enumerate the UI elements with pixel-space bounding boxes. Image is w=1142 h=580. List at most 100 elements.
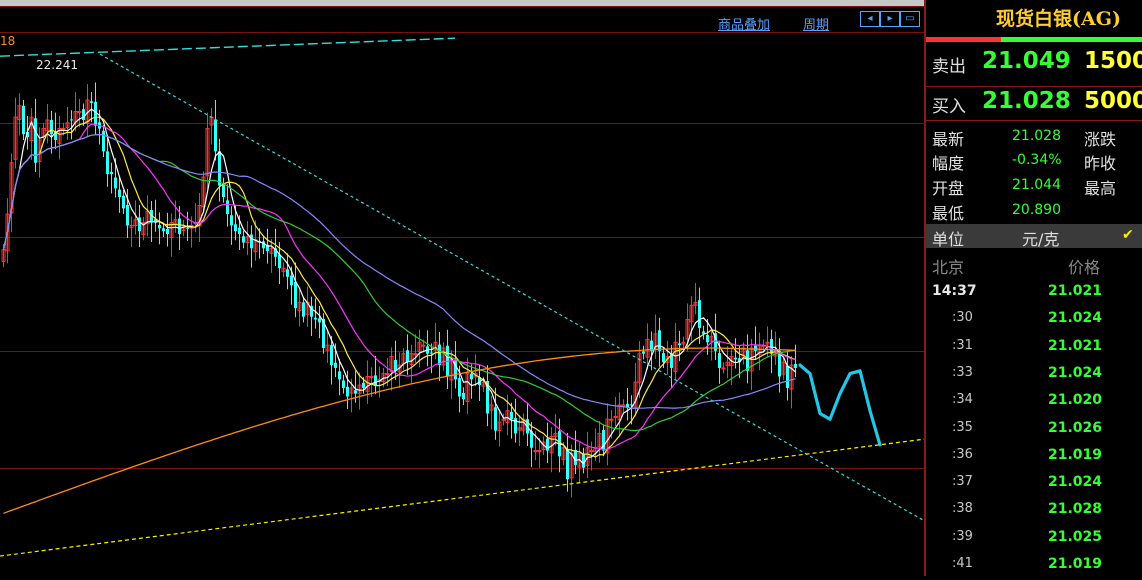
- candlestick-chart[interactable]: 商品叠加 周期 ◂ ▸ ▭ 18 22.241: [0, 6, 925, 576]
- tick-time: :34: [952, 392, 973, 408]
- candle-body: [698, 300, 701, 329]
- candle-body: [226, 200, 229, 215]
- period-link[interactable]: 周期: [803, 14, 829, 33]
- candle-body: [574, 450, 577, 465]
- low-value: 20.890: [1012, 202, 1061, 218]
- candle-body: [706, 334, 709, 343]
- candle-body: [314, 317, 317, 320]
- candle-body: [94, 101, 97, 126]
- sell-label: 卖出: [932, 57, 966, 77]
- candle-body: [238, 227, 241, 234]
- buy-volume: 5000: [1084, 88, 1142, 114]
- tick-price: 21.028: [1048, 501, 1103, 518]
- divider: [926, 86, 1142, 87]
- candle-body: [318, 318, 321, 323]
- candle-body: [501, 418, 506, 421]
- candle-body: [589, 450, 594, 453]
- moving-average-line: [2, 108, 796, 465]
- overlay-link[interactable]: 商品叠加: [718, 14, 770, 33]
- candle-body: [122, 195, 125, 209]
- tick-time: :31: [952, 337, 973, 353]
- candle-body: [413, 353, 418, 356]
- candle-body: [286, 269, 289, 277]
- candle-body: [234, 224, 237, 232]
- candle-body: [290, 275, 293, 286]
- expand-icon[interactable]: ▭: [900, 11, 920, 27]
- candle-body: [222, 183, 225, 197]
- tick-price: 21.024: [1048, 474, 1103, 491]
- candle-body: [462, 393, 465, 400]
- candle-body: [354, 390, 357, 394]
- candle-body: [406, 350, 409, 363]
- candle-body: [110, 171, 113, 175]
- candle-body: [374, 375, 377, 386]
- arrow-right-icon[interactable]: ▸: [880, 11, 900, 27]
- candle-body: [658, 330, 661, 351]
- candle-body: [338, 371, 341, 380]
- candle-body: [582, 453, 585, 468]
- candle-body: [302, 302, 305, 317]
- arrow-left-icon[interactable]: ◂: [860, 11, 880, 27]
- candle-body: [330, 345, 333, 366]
- tick-price: 21.019: [1048, 556, 1103, 572]
- candle-body: [186, 227, 189, 229]
- change-label: 涨跌: [1084, 130, 1117, 149]
- candle-body: [166, 228, 169, 234]
- unit-label: 单位: [932, 230, 965, 249]
- candle-body: [394, 359, 397, 371]
- candle-body: [50, 120, 53, 135]
- instrument-title: 现货白银(AG): [996, 8, 1121, 30]
- candle-body: [678, 343, 681, 346]
- tick-time: :39: [952, 528, 973, 544]
- tick-time: :33: [952, 364, 973, 380]
- candle-body: [642, 351, 645, 354]
- candle-body: [114, 177, 117, 189]
- moving-average-line: [2, 116, 796, 458]
- candle-body: [794, 363, 797, 368]
- tick-price: 21.026: [1048, 419, 1103, 436]
- candle-body: [230, 215, 233, 226]
- latest-value: 21.028: [1012, 128, 1061, 144]
- candle-body: [214, 119, 217, 152]
- candle-body: [102, 130, 105, 152]
- buy-label: 买入: [932, 97, 966, 117]
- sell-volume: 1500: [1084, 48, 1142, 74]
- candle-body: [242, 236, 245, 243]
- candle-body: [494, 407, 497, 431]
- candle-body: [77, 110, 82, 113]
- candle-body: [458, 378, 461, 397]
- quote-panel: 现货白银(AG) 卖出 21.049 1500 买入 21.028 5000 最…: [924, 0, 1142, 576]
- candle-body: [162, 228, 165, 232]
- tick-time: :38: [952, 501, 973, 517]
- lower-trend-line: [0, 438, 925, 557]
- candle-body: [106, 151, 109, 175]
- tick-time: :35: [952, 419, 973, 435]
- candle-body: [158, 224, 161, 229]
- buy-price: 21.028: [982, 88, 1071, 114]
- candle-body: [613, 415, 618, 418]
- candle-body: [566, 448, 569, 480]
- navigation-arrows[interactable]: ◂ ▸ ▭: [860, 11, 922, 27]
- candle-body: [718, 353, 721, 368]
- price-annotation: 22.241: [36, 58, 78, 72]
- candle-body: [510, 411, 513, 420]
- candle-body: [342, 380, 345, 388]
- sell-price: 21.049: [982, 48, 1071, 74]
- high-marker-line: [0, 37, 456, 57]
- candle-body: [362, 382, 365, 388]
- range-value: -0.34%: [1012, 152, 1062, 168]
- open-value: 21.044: [1012, 177, 1061, 193]
- divider: [926, 120, 1142, 121]
- prev-close-label: 昨收: [1084, 154, 1117, 173]
- tick-time: :36: [952, 446, 973, 462]
- unit-value: 元/克: [1022, 230, 1060, 249]
- tick-price: 21.021: [1048, 337, 1103, 354]
- candle-body: [294, 281, 297, 309]
- checkmark-icon[interactable]: ✔: [1122, 227, 1134, 243]
- candle-body: [70, 119, 73, 121]
- candle-body: [421, 344, 426, 347]
- open-label: 开盘: [932, 179, 965, 198]
- candle-body: [22, 105, 25, 135]
- forecast-path: [798, 363, 882, 447]
- tick-price: 21.025: [1048, 528, 1103, 545]
